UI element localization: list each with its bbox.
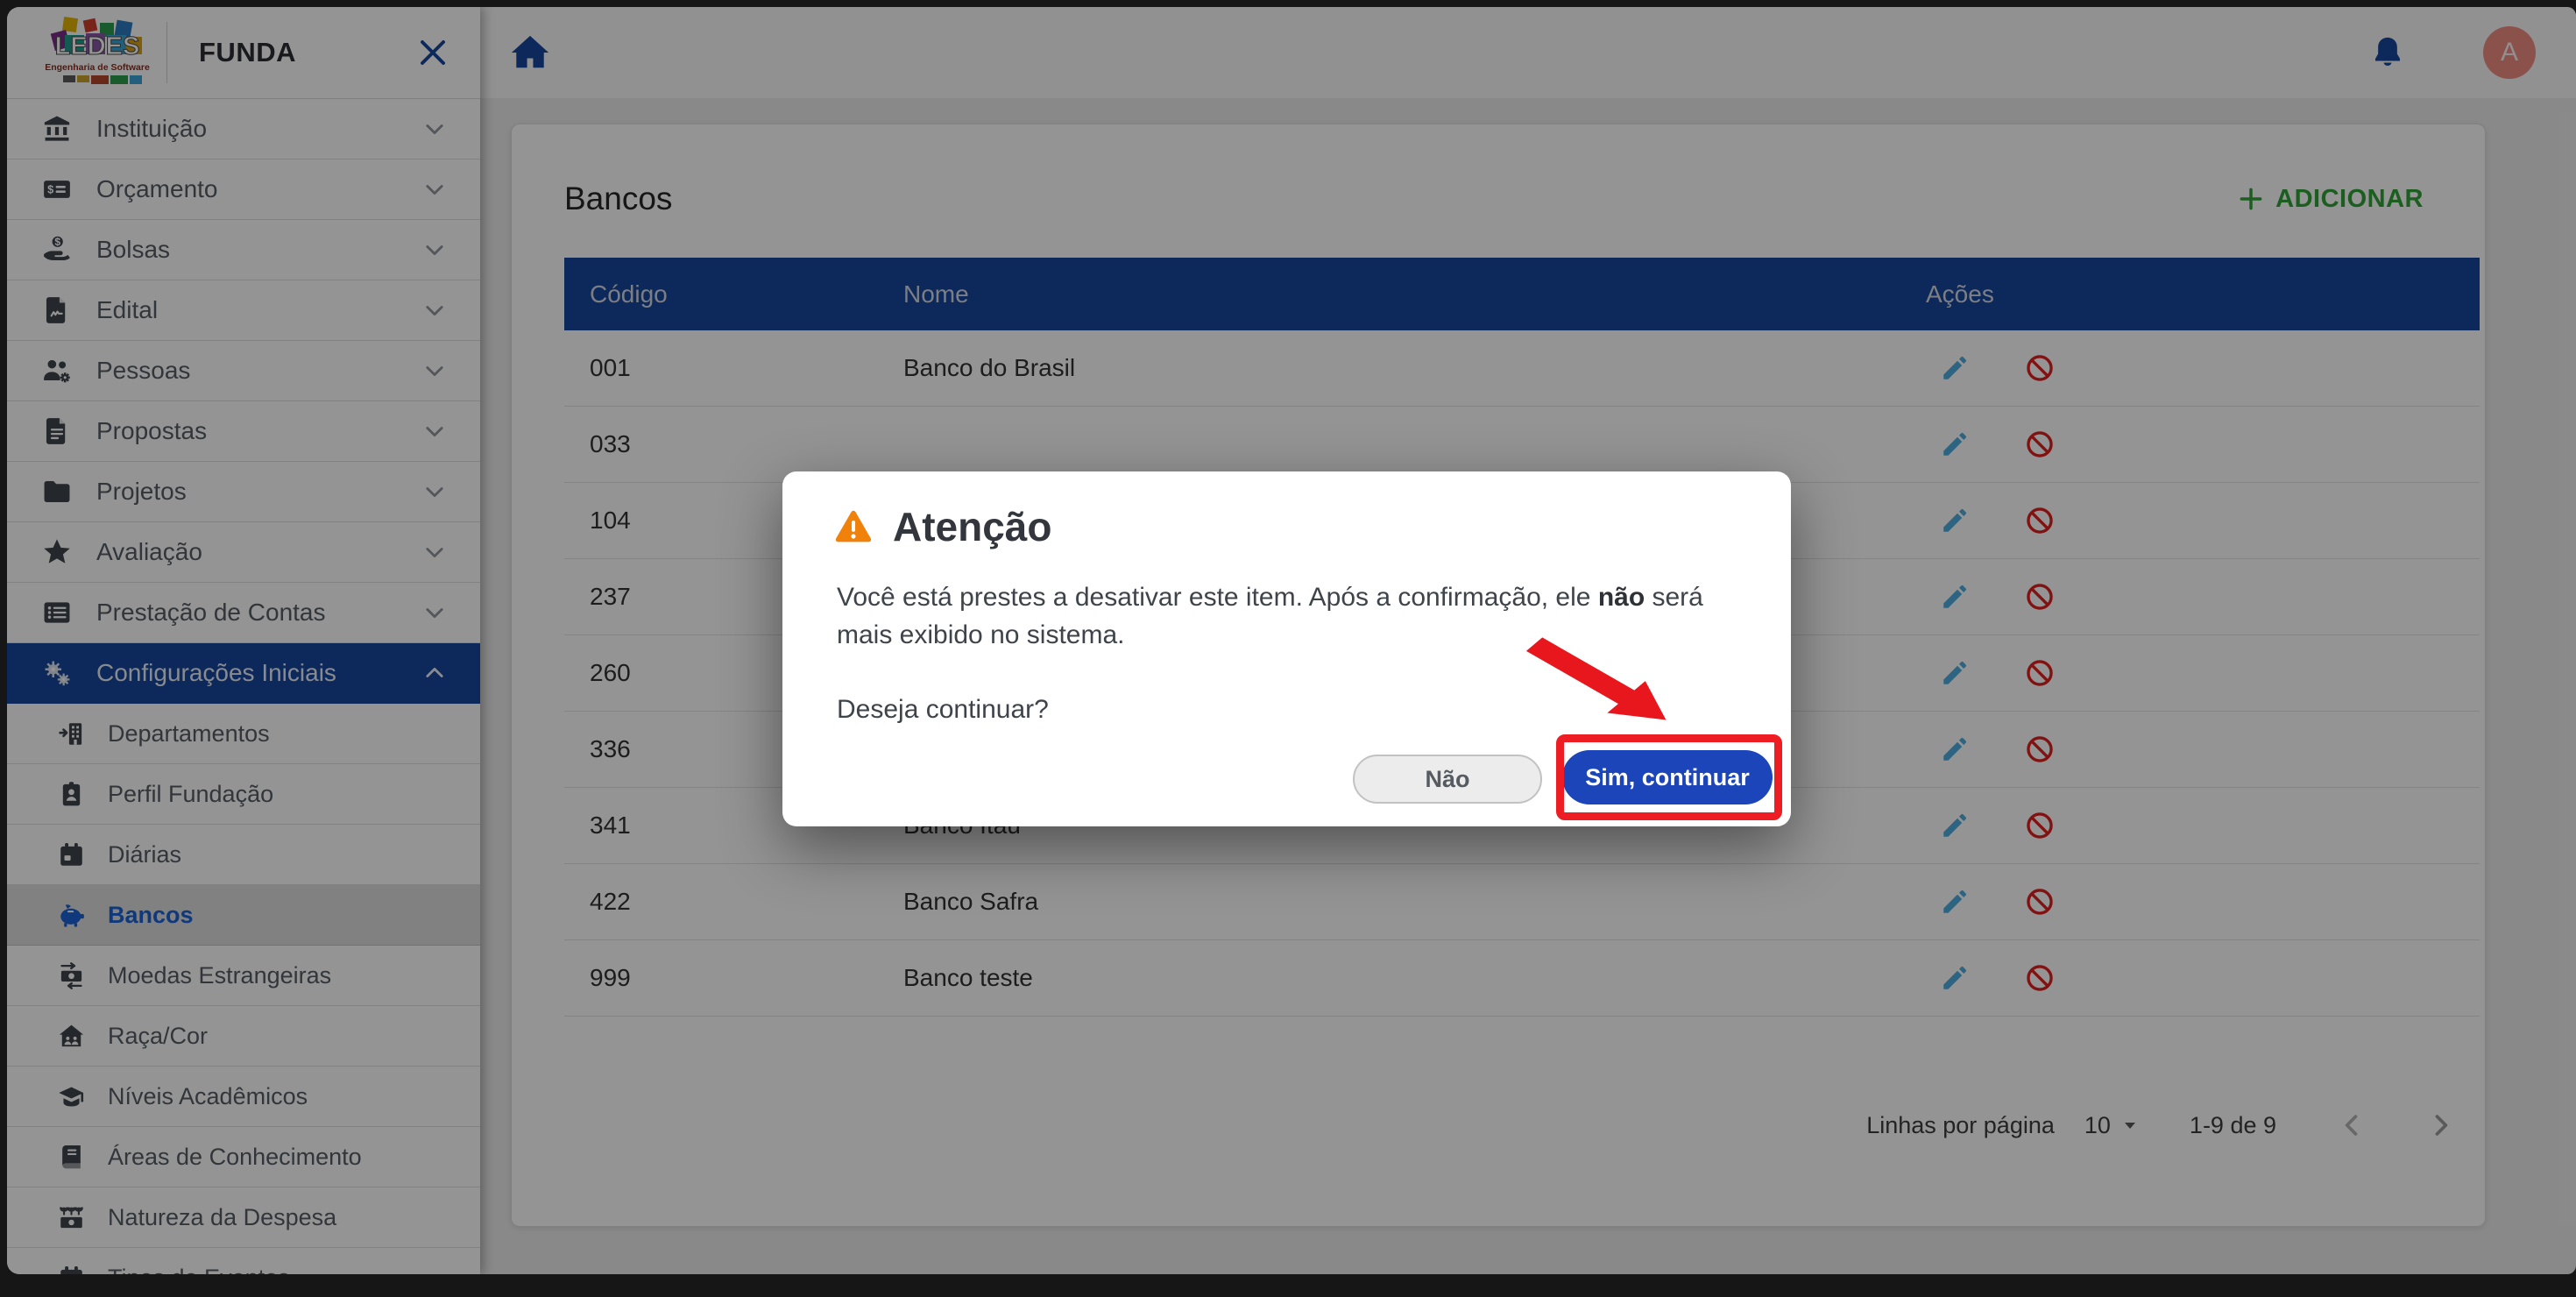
- cancel-button[interactable]: Não: [1353, 755, 1542, 804]
- annotation-arrow: [1523, 636, 1672, 724]
- screenshot-stage: LEDES Engenharia de Software FUNDA Insti…: [0, 0, 2576, 1297]
- dialog-title: Atenção: [893, 503, 1051, 550]
- annotation-highlight-box: [1556, 734, 1782, 820]
- dialog-question: Deseja continuar?: [837, 695, 1049, 725]
- warning-icon: [833, 507, 874, 546]
